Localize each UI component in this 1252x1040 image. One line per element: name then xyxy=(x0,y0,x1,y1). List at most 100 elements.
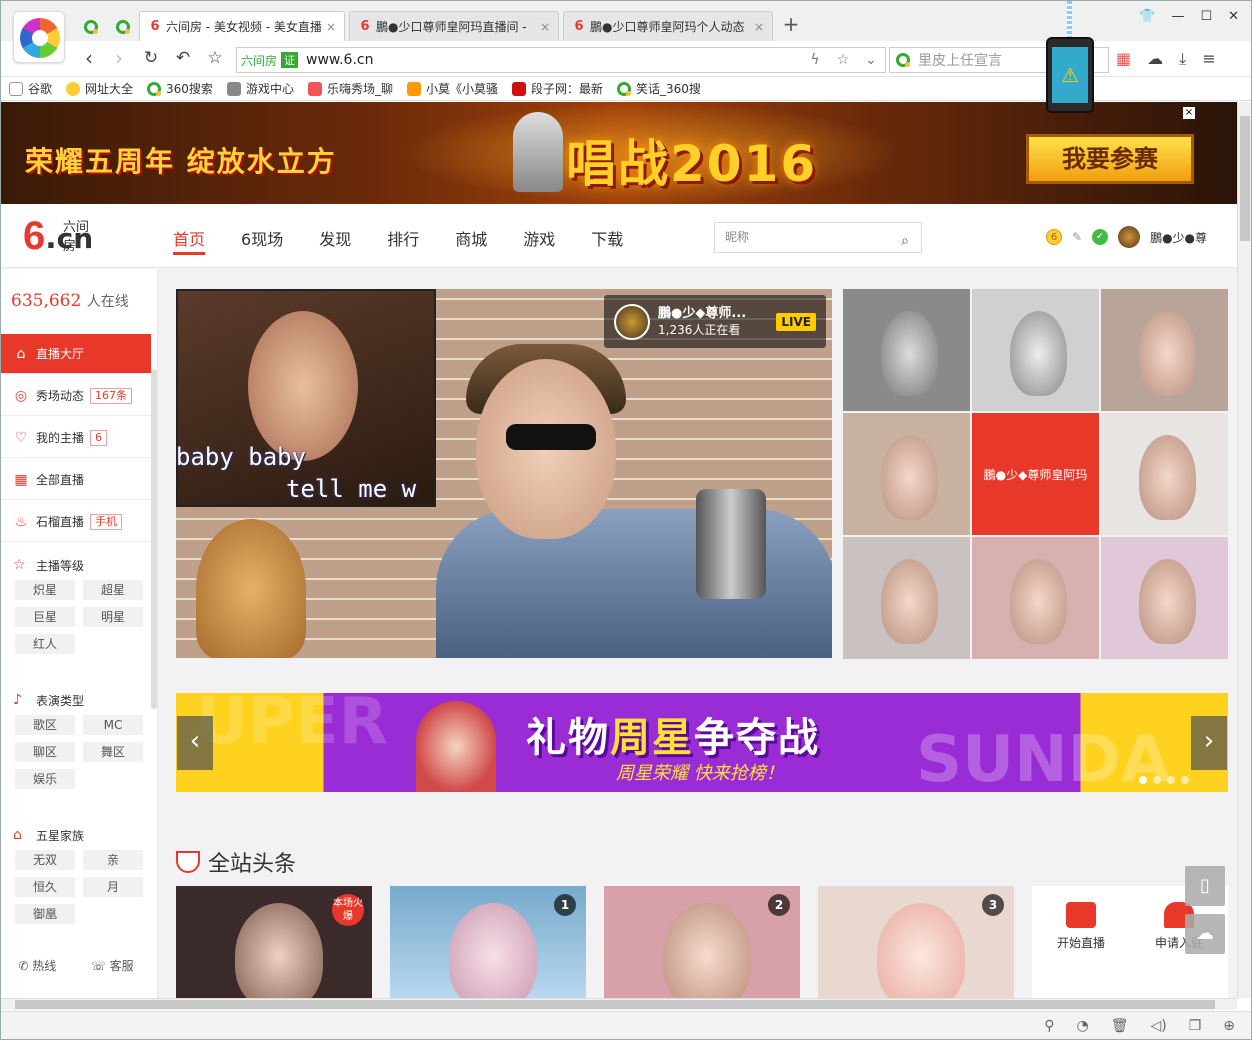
chip[interactable]: 聊区 xyxy=(15,742,75,762)
vertical-scrollbar[interactable] xyxy=(1237,102,1251,998)
bookmark-item[interactable]: 360搜索 xyxy=(147,80,213,97)
sidebar-scrollbar[interactable] xyxy=(151,369,157,709)
pinned-tab-360-2[interactable] xyxy=(107,13,139,41)
forward-button[interactable]: › xyxy=(107,47,131,71)
chip[interactable]: 超星 xyxy=(83,580,143,600)
carousel-prev-button[interactable]: ‹ xyxy=(177,716,213,770)
chip[interactable]: 歌区 xyxy=(15,715,75,735)
close-tab-icon[interactable]: × xyxy=(540,20,550,34)
nav-ranking[interactable]: 排行 xyxy=(387,226,419,255)
close-banner-icon[interactable]: × xyxy=(1183,107,1195,119)
join-contest-button[interactable]: 我要参赛 xyxy=(1026,134,1194,184)
menu-icon[interactable]: ≡ xyxy=(1202,49,1215,69)
bookmark-star-icon[interactable]: ☆ xyxy=(829,52,857,68)
pinned-tab-360-1[interactable] xyxy=(75,13,107,41)
live-info-box[interactable]: 鵬●少◆尊师... 1,236人正在看 LIVE xyxy=(604,295,826,348)
anchor-name[interactable]: 鵬●少◆尊师... xyxy=(658,305,768,322)
top-ad-banner[interactable]: 荣耀五周年 绽放水立方 唱战2016 我要参赛 × xyxy=(1,102,1237,204)
promo-carousel[interactable]: UPER SUNDA 礼物周星争夺战 周星荣耀 快来抢榜！ xyxy=(176,693,1228,792)
minimize-button[interactable]: — xyxy=(1171,9,1184,24)
trash-icon[interactable]: 🗑 xyxy=(1111,1018,1129,1034)
chip[interactable]: 巨星 xyxy=(15,607,75,627)
service-link[interactable]: ☏ 客服 xyxy=(91,957,134,974)
chip[interactable]: 御凰 xyxy=(15,904,75,924)
carousel-dot[interactable] xyxy=(1181,776,1189,784)
cloud-icon[interactable]: ☁ xyxy=(1147,49,1163,69)
sidebar-item-all-live[interactable]: ▦ 全部直播 xyxy=(1,460,151,500)
carousel-next-button[interactable]: › xyxy=(1191,716,1227,770)
site-logo[interactable]: 6 . cn 六间房 xyxy=(23,216,93,256)
chip[interactable]: 亲 xyxy=(83,850,143,870)
tab-6cn[interactable]: 6 六间房 - 美女视频 - 美女直播 × xyxy=(139,11,345,41)
headline-card[interactable]: 1 xyxy=(390,886,586,998)
sidebar-item-my-anchors[interactable]: ♡ 我的主播 6 xyxy=(1,418,151,458)
horizontal-scrollbar[interactable] xyxy=(1,998,1237,1010)
nav-home[interactable]: 首页 xyxy=(173,226,206,255)
anchor-thumb[interactable] xyxy=(1101,289,1228,411)
headline-card[interactable]: 3 xyxy=(818,886,1014,998)
nav-live-show[interactable]: 6现场 xyxy=(241,226,283,255)
tab-live-room[interactable]: 6 鵬●少口尊师皇阿玛直播间 - × xyxy=(349,11,559,41)
carousel-dot[interactable] xyxy=(1167,776,1175,784)
close-window-button[interactable]: ✕ xyxy=(1228,9,1239,24)
mobile-float-button[interactable]: ▯ xyxy=(1185,866,1225,906)
anchor-thumb[interactable] xyxy=(1101,413,1228,535)
avatar[interactable] xyxy=(1118,226,1141,248)
chip[interactable]: 炽星 xyxy=(15,580,75,600)
hotline-link[interactable]: ✆ 热线 xyxy=(18,957,56,974)
volume-icon[interactable]: ◁) xyxy=(1150,1018,1166,1034)
search-icon[interactable]: ⌕ xyxy=(901,227,909,256)
zoom-icon[interactable]: ⊕ xyxy=(1223,1018,1235,1034)
anchor-thumb[interactable] xyxy=(972,537,1099,659)
bookmark-item[interactable]: 段子网：最新 xyxy=(511,80,603,97)
phone-warning-icon[interactable]: ⚠ xyxy=(1046,37,1094,113)
window-icon[interactable]: ❐ xyxy=(1189,1018,1202,1034)
url-text[interactable]: www.6.cn xyxy=(306,52,801,68)
edit-icon[interactable]: ✎ xyxy=(1072,230,1082,244)
bookmark-item[interactable]: 网址大全 xyxy=(66,80,133,97)
anchor-thumb[interactable] xyxy=(843,289,970,411)
maximize-button[interactable]: ☐ xyxy=(1200,9,1212,24)
headline-card[interactable]: 本场火爆 xyxy=(176,886,372,998)
username[interactable]: 鵬●少●尊 xyxy=(1150,229,1207,246)
dropdown-icon[interactable]: ⌄ xyxy=(857,52,885,68)
anchor-thumb[interactable] xyxy=(972,289,1099,411)
address-bar[interactable]: 六间房 证 www.6.cn ϟ ☆ ⌄ xyxy=(236,47,886,73)
nav-download[interactable]: 下载 xyxy=(591,226,623,255)
wechat-float-button[interactable]: ☁ xyxy=(1185,914,1225,954)
chip[interactable]: 舞区 xyxy=(83,742,143,762)
sidebar-item-show-news[interactable]: ◎ 秀场动态 167条 xyxy=(1,376,151,416)
chip[interactable]: 娱乐 xyxy=(15,769,75,789)
tab-profile[interactable]: 6 鵬●少口尊师皇阿玛个人动态 × xyxy=(563,11,773,41)
chip[interactable]: 无双 xyxy=(15,850,75,870)
new-tab-button[interactable]: + xyxy=(777,11,805,39)
bookmark-item[interactable]: 小莫《小莫骚 xyxy=(406,80,498,97)
chip[interactable]: MC xyxy=(83,715,143,735)
nav-games[interactable]: 游戏 xyxy=(523,226,555,255)
nav-discover[interactable]: 发现 xyxy=(319,226,351,255)
nav-mall[interactable]: 商城 xyxy=(455,226,487,255)
bookmark-item[interactable]: 乐嗨秀场_聊 xyxy=(307,80,393,97)
sidebar-item-live-hall[interactable]: ⌂ 直播大厅 xyxy=(1,334,151,374)
favorite-star-icon[interactable]: ☆ xyxy=(203,47,227,71)
360-browser-logo[interactable] xyxy=(13,11,65,63)
shirt-skin-icon[interactable]: 👕 xyxy=(1139,9,1155,24)
chip[interactable]: 明星 xyxy=(83,607,143,627)
anchor-thumb[interactable] xyxy=(843,413,970,535)
sidebar-item-shiliu-live[interactable]: ♨ 石榴直播 手机 xyxy=(1,502,151,542)
headline-card[interactable]: 2 xyxy=(604,886,800,998)
anchor-thumb[interactable] xyxy=(843,537,970,659)
undo-close-button[interactable]: ↶ xyxy=(171,47,195,71)
close-tab-icon[interactable]: × xyxy=(754,20,764,34)
refresh-button[interactable]: ↻ xyxy=(139,47,163,71)
chip[interactable]: 恒久 xyxy=(15,877,75,897)
speed-icon[interactable]: ◔ xyxy=(1076,1018,1088,1034)
bookmark-item[interactable]: 谷歌 xyxy=(9,80,52,97)
start-live-button[interactable]: 开始直播 xyxy=(1032,902,1130,951)
back-button[interactable]: ‹ xyxy=(77,47,101,71)
carousel-dot[interactable] xyxy=(1139,776,1147,784)
anchor-thumb[interactable] xyxy=(1101,537,1228,659)
carousel-dot[interactable] xyxy=(1153,776,1161,784)
pin-icon[interactable]: ⚲ xyxy=(1044,1018,1054,1034)
coin-icon[interactable]: 6 xyxy=(1046,229,1062,245)
